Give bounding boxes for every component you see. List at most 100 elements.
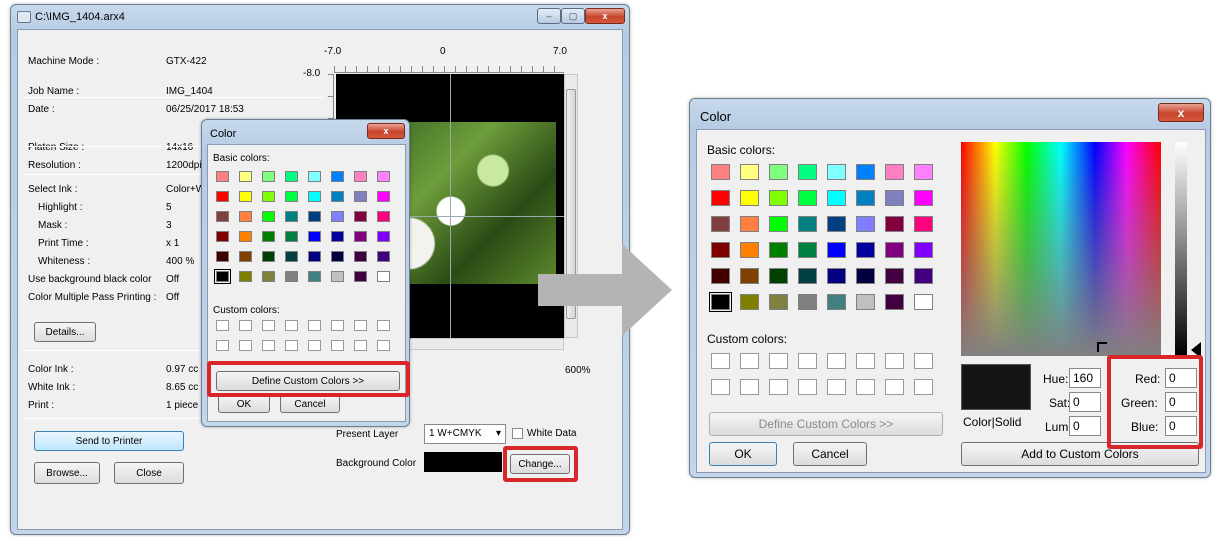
large-basic-color-swatch[interactable] bbox=[827, 242, 846, 258]
large-basic-color-swatch[interactable] bbox=[827, 164, 846, 180]
small-basic-color-swatch[interactable] bbox=[308, 211, 321, 222]
small-basic-color-swatch[interactable] bbox=[262, 211, 275, 222]
large-dialog-close-button[interactable]: x bbox=[1158, 103, 1204, 122]
large-custom-color-swatch[interactable] bbox=[827, 379, 846, 395]
large-basic-color-swatch[interactable] bbox=[914, 190, 933, 206]
small-basic-color-swatch[interactable] bbox=[216, 231, 229, 242]
small-basic-color-swatch[interactable] bbox=[354, 231, 367, 242]
small-cancel-button[interactable]: Cancel bbox=[280, 395, 340, 413]
large-basic-color-swatch[interactable] bbox=[711, 164, 730, 180]
small-basic-color-swatch[interactable] bbox=[377, 211, 390, 222]
large-custom-color-swatch[interactable] bbox=[769, 379, 788, 395]
large-custom-color-swatch[interactable] bbox=[914, 353, 933, 369]
small-dialog-close-button[interactable]: x bbox=[367, 123, 405, 139]
small-basic-color-swatch[interactable] bbox=[331, 251, 344, 262]
large-basic-color-swatch[interactable] bbox=[856, 294, 875, 310]
small-basic-color-swatch[interactable] bbox=[239, 251, 252, 262]
small-custom-color-swatch[interactable] bbox=[377, 320, 390, 331]
small-custom-color-swatch[interactable] bbox=[216, 320, 229, 331]
large-basic-color-swatch[interactable] bbox=[914, 216, 933, 232]
small-basic-color-swatch[interactable] bbox=[308, 251, 321, 262]
large-basic-color-swatch[interactable] bbox=[827, 216, 846, 232]
small-basic-color-swatch[interactable] bbox=[377, 251, 390, 262]
small-basic-color-swatch[interactable] bbox=[216, 171, 229, 182]
large-custom-color-swatch[interactable] bbox=[711, 353, 730, 369]
close-button[interactable]: Close bbox=[114, 462, 184, 484]
luminance-slider[interactable] bbox=[1175, 142, 1187, 356]
minimize-button[interactable]: – bbox=[537, 8, 561, 24]
large-custom-color-swatch[interactable] bbox=[740, 379, 759, 395]
small-basic-color-swatch[interactable] bbox=[354, 191, 367, 202]
large-basic-color-swatch[interactable] bbox=[711, 242, 730, 258]
small-basic-color-swatch[interactable] bbox=[239, 171, 252, 182]
browse-button[interactable]: Browse... bbox=[34, 462, 100, 484]
small-basic-color-swatch[interactable] bbox=[239, 191, 252, 202]
large-custom-color-swatch[interactable] bbox=[827, 353, 846, 369]
large-basic-color-swatch[interactable] bbox=[885, 242, 904, 258]
large-custom-color-swatch[interactable] bbox=[769, 353, 788, 369]
small-basic-color-swatch[interactable] bbox=[308, 231, 321, 242]
small-basic-color-swatch[interactable] bbox=[239, 211, 252, 222]
white-data-checkbox[interactable] bbox=[512, 428, 523, 439]
small-basic-color-swatch[interactable] bbox=[285, 231, 298, 242]
small-custom-color-swatch[interactable] bbox=[239, 340, 252, 351]
close-window-button[interactable]: x bbox=[585, 8, 625, 24]
large-basic-color-swatch[interactable] bbox=[769, 216, 788, 232]
send-to-printer-button[interactable]: Send to Printer bbox=[34, 431, 184, 451]
large-basic-color-swatch[interactable] bbox=[798, 216, 817, 232]
large-basic-color-swatch[interactable] bbox=[856, 268, 875, 284]
small-basic-color-swatch[interactable] bbox=[285, 211, 298, 222]
large-basic-color-swatch[interactable] bbox=[856, 164, 875, 180]
large-basic-color-swatch[interactable] bbox=[885, 294, 904, 310]
small-basic-color-swatch[interactable] bbox=[377, 171, 390, 182]
maximize-button[interactable]: ▢ bbox=[561, 8, 585, 24]
small-basic-color-swatch[interactable] bbox=[331, 171, 344, 182]
small-custom-color-swatch[interactable] bbox=[285, 340, 298, 351]
large-basic-color-swatch[interactable] bbox=[709, 292, 732, 312]
large-basic-color-swatch[interactable] bbox=[740, 216, 759, 232]
small-custom-color-swatch[interactable] bbox=[262, 320, 275, 331]
large-basic-color-swatch[interactable] bbox=[914, 268, 933, 284]
large-custom-color-swatch[interactable] bbox=[798, 353, 817, 369]
present-layer-select[interactable]: 1 W+CMYK ▾ bbox=[424, 424, 506, 444]
small-basic-color-swatch[interactable] bbox=[331, 231, 344, 242]
small-basic-color-swatch[interactable] bbox=[285, 171, 298, 182]
small-basic-color-swatch[interactable] bbox=[331, 271, 344, 282]
large-basic-color-swatch[interactable] bbox=[856, 216, 875, 232]
small-custom-color-swatch[interactable] bbox=[285, 320, 298, 331]
large-basic-color-swatch[interactable] bbox=[740, 294, 759, 310]
small-basic-color-swatch[interactable] bbox=[331, 191, 344, 202]
details-button[interactable]: Details... bbox=[34, 322, 96, 342]
large-basic-color-swatch[interactable] bbox=[885, 216, 904, 232]
large-basic-color-swatch[interactable] bbox=[827, 190, 846, 206]
small-basic-color-swatch[interactable] bbox=[262, 191, 275, 202]
large-custom-color-swatch[interactable] bbox=[711, 379, 730, 395]
large-basic-color-swatch[interactable] bbox=[827, 294, 846, 310]
large-basic-color-swatch[interactable] bbox=[827, 268, 846, 284]
small-custom-color-swatch[interactable] bbox=[331, 340, 344, 351]
small-basic-color-swatch[interactable] bbox=[377, 271, 390, 282]
large-basic-color-swatch[interactable] bbox=[769, 190, 788, 206]
large-basic-color-swatch[interactable] bbox=[769, 242, 788, 258]
small-basic-color-swatch[interactable] bbox=[331, 211, 344, 222]
large-custom-color-swatch[interactable] bbox=[856, 353, 875, 369]
small-custom-color-swatch[interactable] bbox=[216, 340, 229, 351]
small-basic-color-swatch[interactable] bbox=[308, 271, 321, 282]
large-custom-color-swatch[interactable] bbox=[885, 379, 904, 395]
small-basic-color-swatch[interactable] bbox=[216, 191, 229, 202]
large-custom-color-swatch[interactable] bbox=[740, 353, 759, 369]
small-basic-color-swatch[interactable] bbox=[285, 191, 298, 202]
small-custom-color-swatch[interactable] bbox=[308, 320, 321, 331]
large-basic-color-swatch[interactable] bbox=[740, 190, 759, 206]
small-basic-color-swatch[interactable] bbox=[239, 271, 252, 282]
large-basic-color-swatch[interactable] bbox=[711, 268, 730, 284]
small-basic-color-swatch[interactable] bbox=[214, 269, 231, 284]
small-custom-color-swatch[interactable] bbox=[377, 340, 390, 351]
large-custom-color-swatch[interactable] bbox=[885, 353, 904, 369]
large-basic-color-swatch[interactable] bbox=[798, 164, 817, 180]
large-basic-color-swatch[interactable] bbox=[711, 216, 730, 232]
large-cancel-button[interactable]: Cancel bbox=[793, 442, 867, 466]
small-custom-color-swatch[interactable] bbox=[354, 320, 367, 331]
small-custom-color-swatch[interactable] bbox=[308, 340, 321, 351]
small-basic-color-swatch[interactable] bbox=[354, 251, 367, 262]
